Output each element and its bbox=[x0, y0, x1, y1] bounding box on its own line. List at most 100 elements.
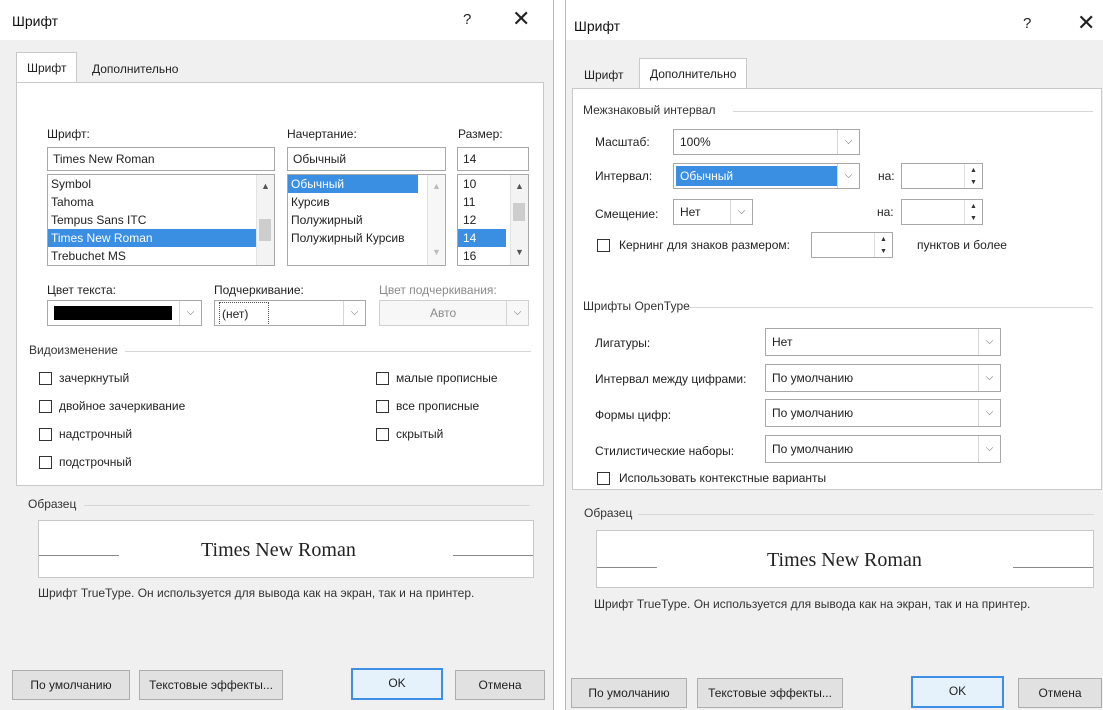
ligatures-value: Нет bbox=[772, 335, 793, 349]
kerning-spinner[interactable]: ▲ ▼ bbox=[811, 232, 893, 258]
list-item-selected[interactable]: Обычный bbox=[288, 175, 418, 193]
spin-down-icon[interactable]: ▼ bbox=[875, 245, 892, 257]
font-name-input[interactable]: Times New Roman bbox=[47, 147, 275, 171]
cancel-button[interactable]: Отмена bbox=[1018, 678, 1102, 708]
dialog-title: Шрифт bbox=[12, 13, 59, 29]
spin-down-icon[interactable]: ▼ bbox=[965, 212, 982, 224]
tab-advanced[interactable]: Дополнительно bbox=[639, 58, 748, 90]
scroll-thumb[interactable] bbox=[259, 219, 271, 241]
set-default-button[interactable]: По умолчанию bbox=[571, 678, 687, 708]
advanced-tab-panel: Межзнаковый интервал Масштаб: 100% ⌵ Инт… bbox=[572, 88, 1102, 490]
scrollbar[interactable]: ▲ bbox=[256, 175, 274, 265]
small-caps-label: малые прописные bbox=[396, 371, 498, 385]
chevron-down-icon[interactable]: ⌵ bbox=[978, 400, 1000, 426]
font-style-label: Начертание: bbox=[287, 127, 357, 141]
scale-value: 100% bbox=[680, 135, 711, 149]
scroll-up-icon[interactable]: ▲ bbox=[428, 181, 445, 191]
list-item[interactable]: Symbol bbox=[48, 175, 274, 193]
tab-advanced[interactable]: Дополнительно bbox=[82, 56, 188, 82]
spin-down-icon[interactable]: ▼ bbox=[965, 176, 982, 188]
spin-up-icon[interactable]: ▲ bbox=[965, 200, 982, 212]
spin-up-icon[interactable]: ▲ bbox=[965, 164, 982, 176]
stylistic-sets-select[interactable]: По умолчанию ⌵ bbox=[765, 435, 1001, 463]
close-icon[interactable]: ✕ bbox=[512, 6, 530, 32]
number-forms-label: Формы цифр: bbox=[595, 408, 672, 422]
scrollbar[interactable]: ▲ ▼ bbox=[427, 175, 445, 265]
tab-font[interactable]: Шрифт bbox=[16, 52, 78, 84]
all-caps-label: все прописные bbox=[396, 399, 480, 413]
scroll-up-icon[interactable]: ▲ bbox=[257, 181, 274, 191]
font-size-input[interactable]: 14 bbox=[457, 147, 529, 171]
help-icon[interactable]: ? bbox=[463, 11, 471, 28]
ligatures-select[interactable]: Нет ⌵ bbox=[765, 328, 1001, 356]
text-color-picker[interactable]: ⌵ bbox=[47, 300, 202, 326]
font-description: Шрифт TrueType. Он используется для выво… bbox=[38, 586, 475, 600]
chevron-down-icon[interactable]: ⌵ bbox=[730, 200, 752, 224]
chevron-down-icon[interactable]: ⌵ bbox=[343, 301, 365, 325]
font-style-input[interactable]: Обычный bbox=[287, 147, 446, 171]
scroll-down-icon[interactable]: ▼ bbox=[511, 247, 528, 257]
preview-baseline bbox=[597, 567, 657, 568]
sample-text: Times New Roman bbox=[201, 539, 356, 561]
list-item-selected[interactable]: 14 bbox=[458, 229, 506, 247]
scroll-down-icon[interactable]: ▼ bbox=[428, 247, 445, 257]
font-name-list[interactable]: Symbol Tahoma Tempus Sans ITC Times New … bbox=[47, 174, 275, 266]
checkbox-superscript[interactable] bbox=[39, 428, 52, 441]
sample-preview: Times New Roman bbox=[596, 530, 1094, 588]
chevron-down-icon[interactable]: ⌵ bbox=[978, 329, 1000, 355]
chevron-down-icon[interactable]: ⌵ bbox=[179, 301, 201, 325]
cancel-button[interactable]: Отмена bbox=[455, 670, 545, 700]
spin-up-icon[interactable]: ▲ bbox=[875, 233, 892, 245]
checkbox-double-strikethrough[interactable] bbox=[39, 400, 52, 413]
checkbox-hidden[interactable] bbox=[376, 428, 389, 441]
position-by-spinner[interactable]: ▲ ▼ bbox=[901, 199, 983, 225]
effects-group-label: Видоизменение bbox=[29, 343, 118, 357]
title-bar: Шрифт ? ✕ bbox=[566, 0, 1103, 40]
font-size-list[interactable]: 10 11 12 14 16 ▲ ▼ bbox=[457, 174, 529, 266]
set-default-button[interactable]: По умолчанию bbox=[12, 670, 130, 700]
scrollbar[interactable]: ▲ ▼ bbox=[510, 175, 528, 265]
font-style-list[interactable]: Обычный Курсив Полужирный Полужирный Кур… bbox=[287, 174, 446, 266]
number-forms-select[interactable]: По умолчанию ⌵ bbox=[765, 399, 1001, 427]
ok-button[interactable]: OK bbox=[911, 676, 1004, 708]
list-item[interactable]: Trebuchet MS bbox=[48, 247, 274, 265]
checkbox-strikethrough[interactable] bbox=[39, 372, 52, 385]
stylistic-sets-value: По умолчанию bbox=[772, 442, 854, 456]
list-item[interactable]: Полужирный bbox=[288, 211, 445, 229]
list-item[interactable]: Tempus Sans ITC bbox=[48, 211, 274, 229]
position-label: Смещение: bbox=[595, 207, 659, 221]
position-select[interactable]: Нет ⌵ bbox=[673, 199, 753, 225]
text-effects-button[interactable]: Текстовые эффекты... bbox=[139, 670, 283, 700]
list-item[interactable]: Полужирный Курсив bbox=[288, 229, 445, 247]
chevron-down-icon[interactable]: ⌵ bbox=[837, 164, 859, 188]
scroll-up-icon[interactable]: ▲ bbox=[511, 181, 528, 191]
chevron-down-icon[interactable]: ⌵ bbox=[506, 301, 528, 325]
spacing-value: Обычный bbox=[676, 166, 838, 186]
font-dialog-advanced-tab: Шрифт ? ✕ Шрифт Дополнительно Межзнаковы… bbox=[565, 0, 1103, 710]
chevron-down-icon[interactable]: ⌵ bbox=[837, 130, 859, 154]
chevron-down-icon[interactable]: ⌵ bbox=[978, 365, 1000, 391]
underline-style-select[interactable]: (нет) ⌵ bbox=[214, 300, 366, 326]
list-item-selected[interactable]: Times New Roman bbox=[48, 229, 274, 247]
text-effects-button[interactable]: Текстовые эффекты... bbox=[697, 678, 843, 708]
position-value: Нет bbox=[680, 205, 701, 219]
ok-button[interactable]: OK bbox=[351, 668, 443, 700]
close-icon[interactable]: ✕ bbox=[1077, 10, 1095, 36]
checkbox-kerning[interactable] bbox=[597, 239, 610, 252]
spacing-select[interactable]: Обычный ⌵ bbox=[673, 163, 860, 189]
number-spacing-select[interactable]: По умолчанию ⌵ bbox=[765, 364, 1001, 392]
list-item[interactable]: Tahoma bbox=[48, 193, 274, 211]
help-icon[interactable]: ? bbox=[1023, 15, 1031, 32]
checkbox-small-caps[interactable] bbox=[376, 372, 389, 385]
checkbox-subscript[interactable] bbox=[39, 456, 52, 469]
list-item[interactable]: Курсив bbox=[288, 193, 445, 211]
tab-font[interactable]: Шрифт bbox=[574, 62, 633, 88]
underline-color-select[interactable]: Авто ⌵ bbox=[379, 300, 529, 326]
scroll-thumb[interactable] bbox=[513, 203, 525, 221]
scale-select[interactable]: 100% ⌵ bbox=[673, 129, 860, 155]
spinner-buttons: ▲ ▼ bbox=[874, 233, 892, 257]
spacing-by-spinner[interactable]: ▲ ▼ bbox=[901, 163, 983, 189]
checkbox-contextual-alternates[interactable] bbox=[597, 472, 610, 485]
checkbox-all-caps[interactable] bbox=[376, 400, 389, 413]
chevron-down-icon[interactable]: ⌵ bbox=[978, 436, 1000, 462]
